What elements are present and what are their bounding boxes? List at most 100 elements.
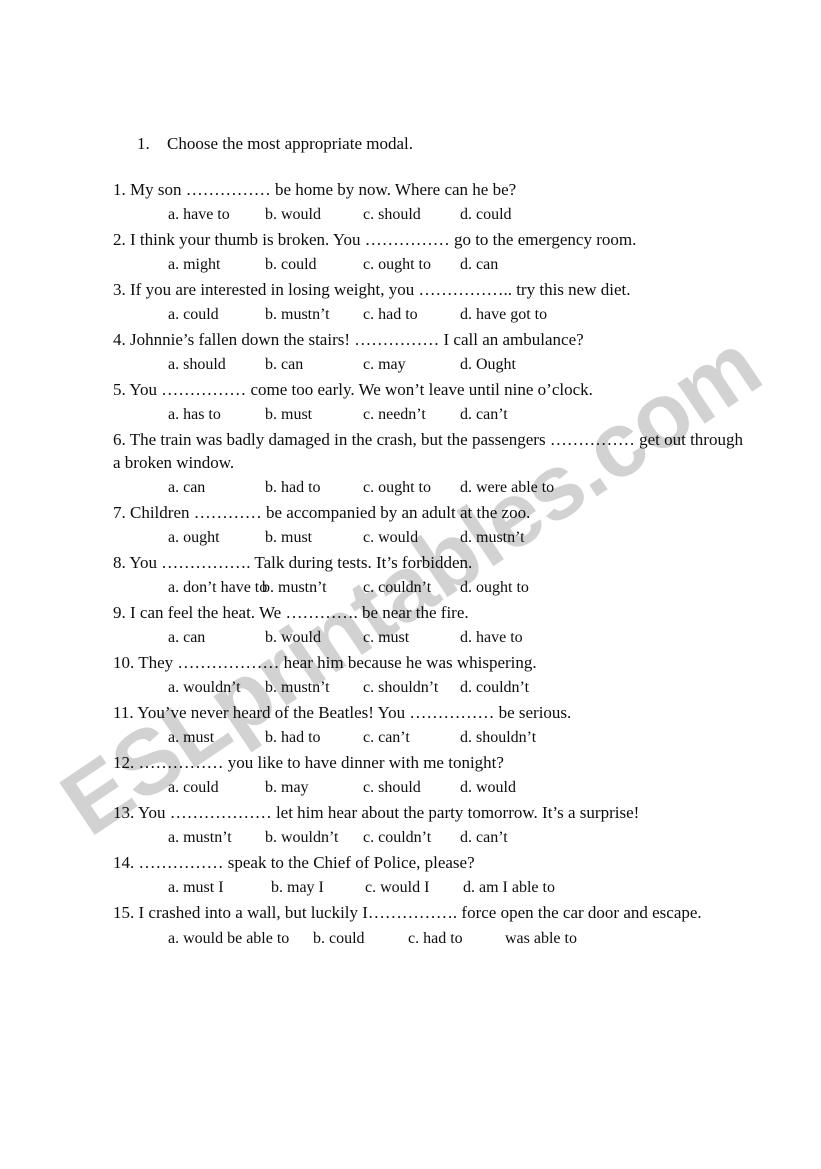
question-text: 15. I crashed into a wall, but luckily I…	[113, 903, 702, 923]
answer-option[interactable]: d. can	[460, 251, 498, 278]
answer-option[interactable]: b. must	[265, 401, 312, 428]
question-item: 13. You ……………… let him hear about the pa…	[113, 802, 753, 851]
answer-option[interactable]: a. must I	[168, 874, 224, 901]
answer-option[interactable]: a. should	[168, 351, 226, 378]
question-text: 7. Children ………… be accompanied by an ad…	[113, 502, 531, 522]
question-item: 8. You ……………. Talk during tests. It’s fo…	[113, 552, 753, 601]
question-text: 6. The train was badly damaged in the cr…	[113, 430, 743, 472]
answer-option[interactable]: b. could	[265, 251, 317, 278]
question-text: 10. They ……………… hear him because he was …	[113, 652, 537, 672]
question-text: 13. You ……………… let him hear about the pa…	[113, 803, 640, 823]
answer-option[interactable]: c. had to	[408, 925, 463, 952]
option-row: a. mustn’t b. wouldn’t c. couldn’t d. can’t	[113, 824, 753, 851]
answer-option[interactable]: a. would be able to	[168, 925, 289, 952]
instruction-number: 1.	[137, 134, 150, 153]
question-text: 12. …………… you like to have dinner with m…	[113, 753, 504, 773]
answer-option[interactable]: a. have to	[168, 201, 230, 228]
answer-option[interactable]: a. might	[168, 251, 220, 278]
answer-option[interactable]: was able to	[505, 925, 577, 952]
answer-option[interactable]: d. Ought	[460, 351, 516, 378]
answer-option[interactable]: c. ought to	[363, 251, 431, 278]
question-item: 4. Johnnie’s fallen down the stairs! …………	[113, 329, 753, 378]
option-row: a. has to b. must c. needn’t d. can’t	[113, 401, 753, 428]
answer-option[interactable]: b. must	[265, 524, 312, 551]
answer-option[interactable]: b. mustn’t	[265, 301, 330, 328]
question-text: 5. You …………… come too early. We won’t le…	[113, 380, 593, 400]
answer-option[interactable]: c. couldn’t	[363, 824, 431, 851]
answer-option[interactable]: b. wouldn’t	[265, 824, 338, 851]
answer-option[interactable]: a. can	[168, 474, 205, 501]
answer-option[interactable]: d. have to	[460, 624, 523, 651]
question-list: 1. My son …………… be home by now. Where ca…	[113, 179, 753, 953]
answer-option[interactable]: b. may	[265, 774, 309, 801]
answer-option[interactable]: d. can’t	[460, 824, 508, 851]
question-item: 5. You …………… come too early. We won’t le…	[113, 379, 753, 428]
question-item: 7. Children ………… be accompanied by an ad…	[113, 502, 753, 551]
answer-option[interactable]: c. can’t	[363, 724, 410, 751]
answer-option[interactable]: c. would I	[365, 874, 429, 901]
answer-option[interactable]: a. can	[168, 624, 205, 651]
option-row: a. can b. would c. must d. have to	[113, 624, 753, 651]
question-text: 8. You ……………. Talk during tests. It’s fo…	[113, 552, 473, 572]
option-row: a. should b. can c. may d. Ought	[113, 351, 753, 378]
option-row: a. must I b. may I c. would I d. am I able …	[113, 874, 753, 901]
answer-option[interactable]: b. would	[265, 624, 321, 651]
answer-option[interactable]: b. mustn’t	[265, 674, 330, 701]
answer-option[interactable]: d. couldn’t	[460, 674, 529, 701]
answer-option[interactable]: d. could	[460, 201, 512, 228]
question-item: 10. They ……………… hear him because he was …	[113, 652, 753, 701]
answer-option[interactable]: a. ought	[168, 524, 220, 551]
answer-option[interactable]: a. mustn’t	[168, 824, 232, 851]
answer-option[interactable]: c. would	[363, 524, 418, 551]
answer-option[interactable]: a. must	[168, 724, 214, 751]
option-row: a. wouldn’t b. mustn’t c. shouldn’t d. coul…	[113, 674, 753, 701]
question-item: 11. You’ve never heard of the Beatles! Y…	[113, 702, 753, 751]
question-text: 9. I can feel the heat. We …………. be near…	[113, 602, 469, 622]
option-row: a. could b. mustn’t c. had to d. have got t…	[113, 301, 753, 328]
answer-option[interactable]: a. wouldn’t	[168, 674, 241, 701]
worksheet-page: ESLprintables.com 1. Choose the most appr…	[0, 0, 821, 1169]
question-text: 14. …………… speak to the Chief of Police, …	[113, 853, 475, 873]
option-row: a. could b. may c. should d. would	[113, 774, 753, 801]
option-row: a. don’t have to b. mustn’t c. couldn’t d. …	[113, 574, 753, 601]
question-text: 1. My son …………… be home by now. Where ca…	[113, 180, 517, 199]
answer-option[interactable]: c. must	[363, 624, 409, 651]
option-row: a. have to b. would c. should d. could	[113, 201, 753, 228]
answer-option[interactable]: b. had to	[265, 724, 321, 751]
question-item: 9. I can feel the heat. We …………. be near…	[113, 602, 753, 651]
answer-option[interactable]: c. shouldn’t	[363, 674, 438, 701]
question-item: 15. I crashed into a wall, but luckily I…	[113, 902, 753, 951]
answer-option[interactable]: b. could	[313, 925, 365, 952]
option-row: a. ought b. must c. would d. mustn’t	[113, 524, 753, 551]
answer-option[interactable]: b. can	[265, 351, 303, 378]
answer-option[interactable]: d. ought to	[460, 574, 529, 601]
option-row: a. would be able to b. could c. had to was …	[113, 925, 753, 952]
answer-option[interactable]: d. can’t	[460, 401, 508, 428]
answer-option[interactable]: d. would	[460, 774, 516, 801]
answer-option[interactable]: c. ought to	[363, 474, 431, 501]
answer-option[interactable]: b. mustn’t	[262, 574, 327, 601]
answer-option[interactable]: b. would	[265, 201, 321, 228]
question-item: 12. …………… you like to have dinner with m…	[113, 752, 753, 801]
answer-option[interactable]: a. has to	[168, 401, 221, 428]
answer-option[interactable]: c. needn’t	[363, 401, 426, 428]
option-row: a. must b. had to c. can’t d. shouldn’t	[113, 724, 753, 751]
question-text: 4. Johnnie’s fallen down the stairs! …………	[113, 330, 584, 350]
answer-option[interactable]: c. couldn’t	[363, 574, 431, 601]
answer-option[interactable]: a. could	[168, 301, 219, 328]
answer-option[interactable]: c. may	[363, 351, 406, 378]
answer-option[interactable]: d. mustn’t	[460, 524, 525, 551]
answer-option[interactable]: c. should	[363, 201, 421, 228]
answer-option[interactable]: a. don’t have to	[168, 574, 267, 601]
question-item: 6. The train was badly damaged in the cr…	[113, 429, 753, 500]
answer-option[interactable]: b. may I	[271, 874, 324, 901]
answer-option[interactable]: d. am I able to	[463, 874, 555, 901]
answer-option[interactable]: c. should	[363, 774, 421, 801]
answer-option[interactable]: c. had to	[363, 301, 418, 328]
option-row: a. might b. could c. ought to d. can	[113, 251, 753, 278]
answer-option[interactable]: d. were able to	[460, 474, 554, 501]
answer-option[interactable]: b. had to	[265, 474, 321, 501]
answer-option[interactable]: a. could	[168, 774, 219, 801]
answer-option[interactable]: d. shouldn’t	[460, 724, 536, 751]
answer-option[interactable]: d. have got to	[460, 301, 547, 328]
